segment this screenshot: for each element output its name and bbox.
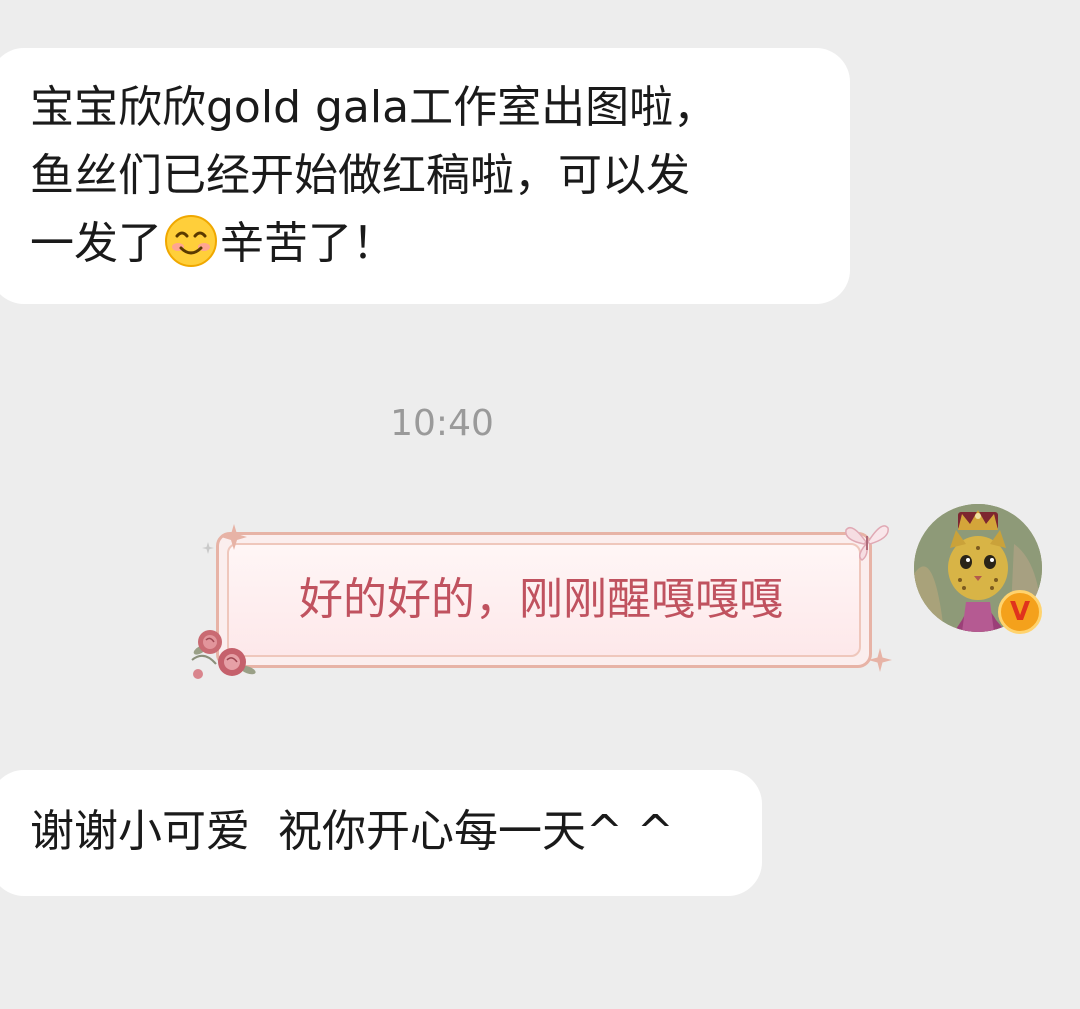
- message-line: 宝宝欣欣gold gala工作室出图啦，: [30, 82, 718, 133]
- butterfly-icon: [845, 525, 889, 561]
- chat-window: 宝宝欣欣gold gala工作室出图啦， 鱼丝们已经开始做红稿啦，可以发 一发了…: [0, 0, 1080, 1009]
- message-timestamp: 10:40: [390, 403, 494, 444]
- message-text: 一发了: [30, 218, 162, 269]
- outgoing-message-text: 好的好的，刚刚醒嘎嘎嘎: [299, 574, 783, 625]
- message-line: 鱼丝们已经开始做红稿啦，可以发: [30, 150, 690, 201]
- sparkle-icon: [202, 524, 247, 554]
- rose-decoration-icon: [191, 630, 256, 679]
- outgoing-message-bubble[interactable]: 好的好的，刚刚醒嘎嘎嘎: [186, 516, 896, 682]
- sparkle-icon: [868, 648, 892, 672]
- incoming-message-bubble[interactable]: 宝宝欣欣gold gala工作室出图啦， 鱼丝们已经开始做红稿啦，可以发 一发了…: [0, 48, 850, 304]
- incoming-message-bubble[interactable]: 谢谢小可爱 祝你开心每一天^ ^: [0, 770, 762, 896]
- message-text: 辛苦了！: [220, 218, 396, 269]
- verified-badge-icon: V: [998, 590, 1042, 634]
- message-line: 一发了 辛苦了！: [30, 210, 830, 278]
- message-text: 谢谢小可爱 祝你开心每一天^ ^: [30, 806, 674, 857]
- smiling-face-emoji-icon: [165, 215, 217, 267]
